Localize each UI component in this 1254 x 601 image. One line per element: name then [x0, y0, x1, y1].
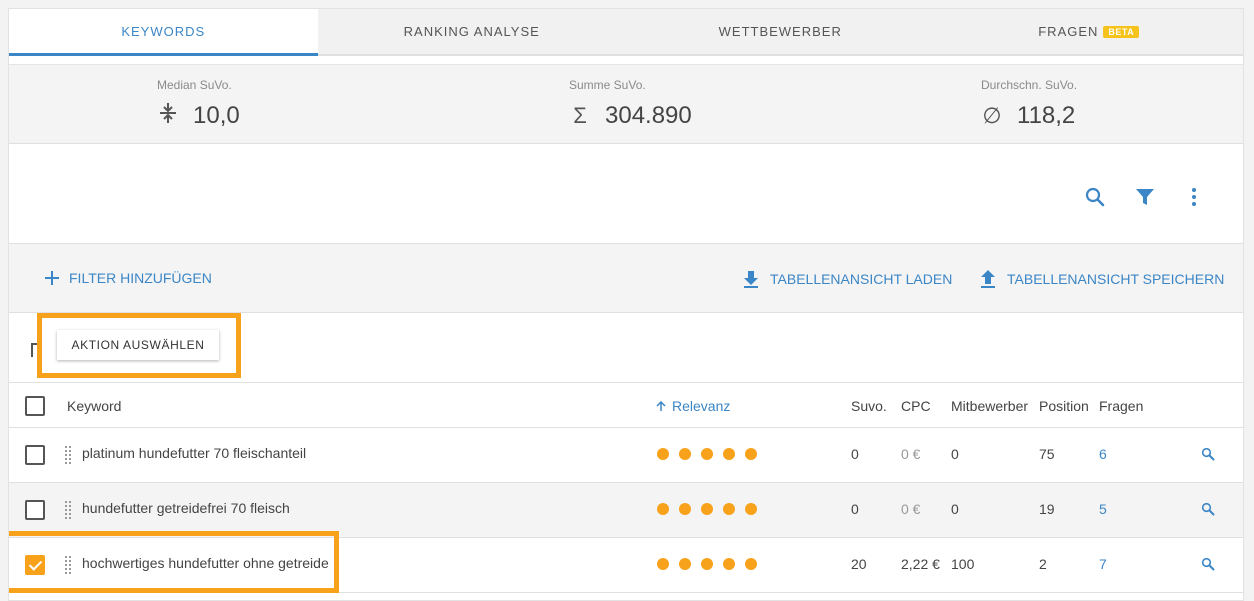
filter-bar: FILTER HINZUFÜGEN TABELLENANSICHT LADEN …: [9, 244, 1243, 313]
select-all-checkbox[interactable]: [25, 396, 45, 416]
stat-sum: Summe SuVo. Σ 304.890: [569, 78, 692, 130]
col-competitors[interactable]: Mitbewerber: [951, 398, 1028, 414]
tab-keywords[interactable]: KEYWORDS: [9, 9, 318, 56]
row-checkbox[interactable]: [25, 500, 45, 520]
cpc-cell: 0 €: [901, 501, 921, 517]
table-header: Keyword Relevanz Suvo. CPC Mitbewerber P…: [9, 383, 1243, 428]
tab-fragen-label: FRAGEN: [1038, 24, 1099, 39]
tab-ranking-analyse[interactable]: RANKING ANALYSE: [318, 9, 627, 54]
highlight-box-row: [9, 531, 339, 593]
add-filter-button[interactable]: FILTER HINZUFÜGEN: [45, 270, 212, 286]
average-icon: ∅: [982, 103, 1002, 128]
plus-icon: [45, 271, 59, 285]
competitors-cell: 100: [951, 556, 975, 572]
save-view-label: TABELLENANSICHT SPEICHERN: [1007, 271, 1225, 287]
position-cell: 19: [1039, 501, 1055, 517]
highlight-box-action: [37, 313, 241, 378]
add-filter-label: FILTER HINZUFÜGEN: [69, 270, 212, 286]
competitors-cell: 0: [951, 446, 959, 462]
more-vert-icon[interactable]: [1183, 186, 1205, 208]
col-position[interactable]: Position: [1039, 398, 1089, 414]
questions-link[interactable]: 7: [1099, 556, 1107, 572]
col-suvo[interactable]: Suvo.: [851, 398, 887, 414]
stat-average-label: Durchschn. SuVo.: [981, 78, 1078, 92]
sigma-icon: Σ: [573, 103, 587, 128]
upload-icon: [981, 270, 995, 288]
col-cpc[interactable]: CPC: [901, 398, 931, 414]
filter-icon[interactable]: [1134, 186, 1156, 208]
row-search-icon[interactable]: [1201, 447, 1215, 464]
row-checkbox[interactable]: [25, 445, 45, 465]
stat-median: Median SuVo. 10,0: [157, 78, 240, 130]
table-row[interactable]: hundefutter getreidefrei 70 fleisch 0 0 …: [9, 483, 1243, 538]
drag-handle-icon[interactable]: [65, 446, 73, 464]
sort-arrow-up-icon: [656, 400, 666, 411]
position-cell: 2: [1039, 556, 1047, 572]
tab-wettbewerber[interactable]: WETTBEWERBER: [626, 9, 935, 54]
cpc-cell: 2,22 €: [901, 556, 940, 572]
stat-average-value: 118,2: [1017, 102, 1076, 129]
suvo-cell: 20: [851, 556, 867, 572]
beta-badge: BETA: [1103, 25, 1140, 38]
drag-handle-icon[interactable]: [65, 501, 73, 519]
stat-sum-label: Summe SuVo.: [569, 78, 646, 92]
col-relevance-label: Relevanz: [672, 398, 731, 414]
keyword-panel: KEYWORDS RANKING ANALYSE WETTBEWERBER FR…: [8, 8, 1244, 601]
download-icon: [744, 271, 758, 288]
stat-average: Durchschn. SuVo. ∅ 118,2: [981, 78, 1077, 130]
stat-median-value: 10,0: [193, 102, 240, 129]
position-cell: 75: [1039, 446, 1055, 462]
keyword-cell: platinum hundefutter 70 fleischanteil: [82, 445, 307, 461]
questions-link[interactable]: 5: [1099, 501, 1107, 517]
keyword-cell: hundefutter getreidefrei 70 fleisch: [82, 500, 290, 516]
relevance-dots: [657, 558, 767, 570]
relevance-dots: [657, 448, 767, 460]
stat-sum-value: 304.890: [605, 102, 692, 129]
relevance-dots: [657, 503, 767, 515]
tab-wettbewerber-label: WETTBEWERBER: [718, 24, 842, 39]
row-search-icon[interactable]: [1201, 557, 1215, 574]
tab-bar: KEYWORDS RANKING ANALYSE WETTBEWERBER FR…: [9, 9, 1243, 56]
save-view-button[interactable]: TABELLENANSICHT SPEICHERN: [979, 270, 1224, 288]
suvo-cell: 0: [851, 501, 859, 517]
tab-ranking-analyse-label: RANKING ANALYSE: [403, 24, 540, 39]
load-view-label: TABELLENANSICHT LADEN: [770, 271, 953, 287]
questions-link[interactable]: 6: [1099, 446, 1107, 462]
cpc-cell: 0 €: [901, 446, 921, 462]
stats-bar: Median SuVo. 10,0 Summe SuVo. Σ 304.890 …: [9, 64, 1243, 144]
tab-fragen[interactable]: FRAGEN BETA: [935, 9, 1244, 54]
action-bar: AKTION AUSWÄHLEN: [9, 313, 1243, 383]
stat-median-label: Median SuVo.: [157, 78, 232, 92]
load-view-button[interactable]: TABELLENANSICHT LADEN: [742, 270, 952, 288]
competitors-cell: 0: [951, 501, 959, 517]
table-row[interactable]: platinum hundefutter 70 fleischanteil 0 …: [9, 428, 1243, 483]
col-relevance[interactable]: Relevanz: [655, 398, 730, 414]
suvo-cell: 0: [851, 446, 859, 462]
col-questions[interactable]: Fragen: [1099, 398, 1143, 414]
row-search-icon[interactable]: [1201, 502, 1215, 519]
toolbar: [9, 144, 1243, 244]
median-icon: [157, 102, 179, 130]
search-icon[interactable]: [1084, 186, 1106, 208]
tab-keywords-label: KEYWORDS: [121, 24, 206, 39]
col-keyword[interactable]: Keyword: [67, 398, 121, 414]
